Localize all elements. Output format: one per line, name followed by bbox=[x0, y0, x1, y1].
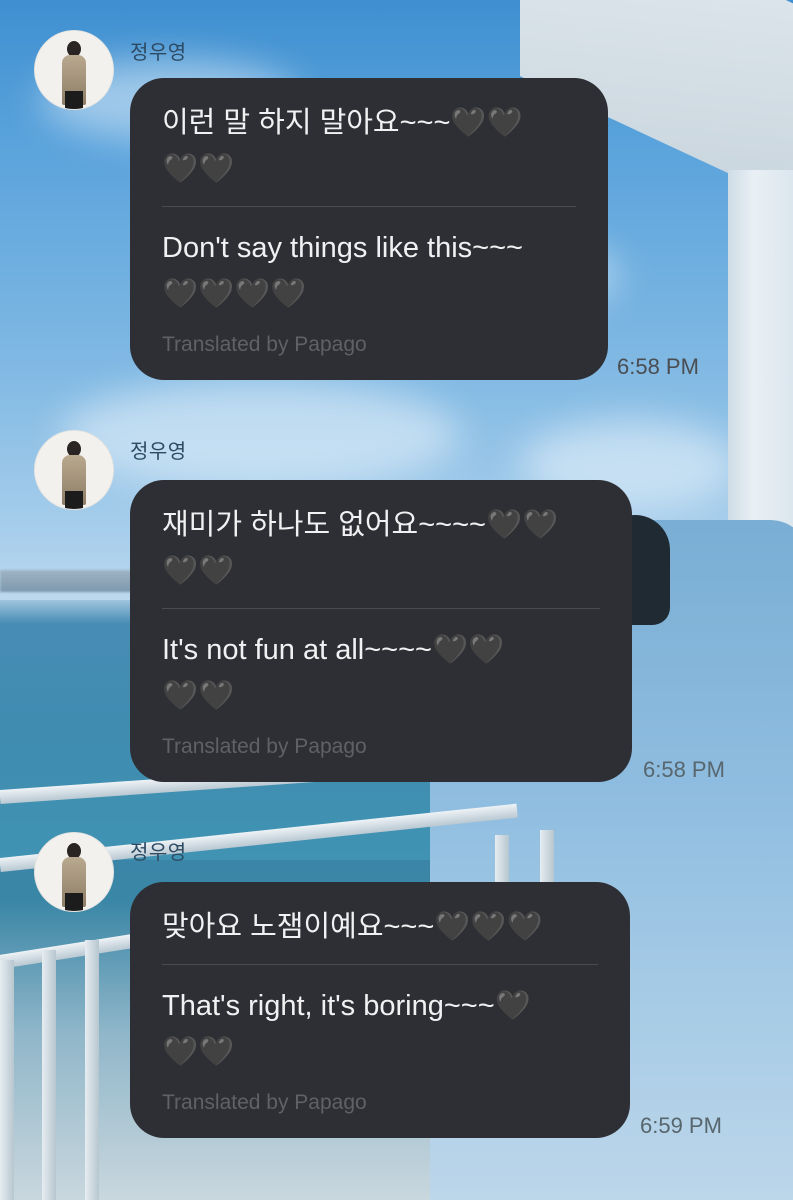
translation-divider bbox=[162, 608, 600, 609]
translated-text-line: That's right, it's boring~~~🖤 bbox=[162, 990, 531, 1022]
translated-text-line: 🖤🖤 bbox=[162, 1036, 235, 1068]
sender-name: 정우영 bbox=[130, 842, 187, 864]
translated-text-line: Don't say things like this~~~ bbox=[162, 232, 523, 264]
message-timestamp: 6:58 PM bbox=[643, 757, 725, 782]
avatar[interactable] bbox=[34, 30, 114, 110]
translated-text-line: 🖤🖤🖤🖤 bbox=[162, 278, 307, 310]
translation-divider bbox=[162, 964, 598, 965]
translated-text-line: It's not fun at all~~~~🖤🖤 bbox=[162, 634, 505, 666]
original-text-line: 🖤🖤 bbox=[162, 153, 235, 185]
message-bubble[interactable]: 재미가 하나도 없어요~~~~🖤🖤 🖤🖤 It's not fun at all… bbox=[130, 480, 632, 782]
original-text-line: 이런 말 하지 말아요~~~🖤🖤 bbox=[162, 107, 523, 139]
avatar[interactable] bbox=[34, 832, 114, 912]
translation-credit: Translated by Papago bbox=[162, 1091, 367, 1114]
translation-divider bbox=[162, 206, 576, 207]
original-text-line: 재미가 하나도 없어요~~~~🖤🖤 bbox=[162, 509, 559, 541]
avatar[interactable] bbox=[34, 430, 114, 510]
message-bubble[interactable]: 이런 말 하지 말아요~~~🖤🖤 🖤🖤 Don't say things lik… bbox=[130, 78, 608, 380]
original-text-line: 맞아요 노잼이예요~~~🖤🖤🖤 bbox=[162, 911, 543, 943]
translation-credit: Translated by Papago bbox=[162, 735, 367, 758]
translation-credit: Translated by Papago bbox=[162, 333, 367, 356]
translated-text-line: 🖤🖤 bbox=[162, 680, 235, 712]
sender-name: 정우영 bbox=[130, 441, 187, 463]
sender-name: 정우영 bbox=[130, 42, 187, 64]
message-bubble[interactable]: 맞아요 노잼이예요~~~🖤🖤🖤 That's right, it's borin… bbox=[130, 882, 630, 1138]
message-timestamp: 6:58 PM bbox=[617, 354, 699, 379]
message-timestamp: 6:59 PM bbox=[640, 1113, 722, 1138]
original-text-line: 🖤🖤 bbox=[162, 555, 235, 587]
